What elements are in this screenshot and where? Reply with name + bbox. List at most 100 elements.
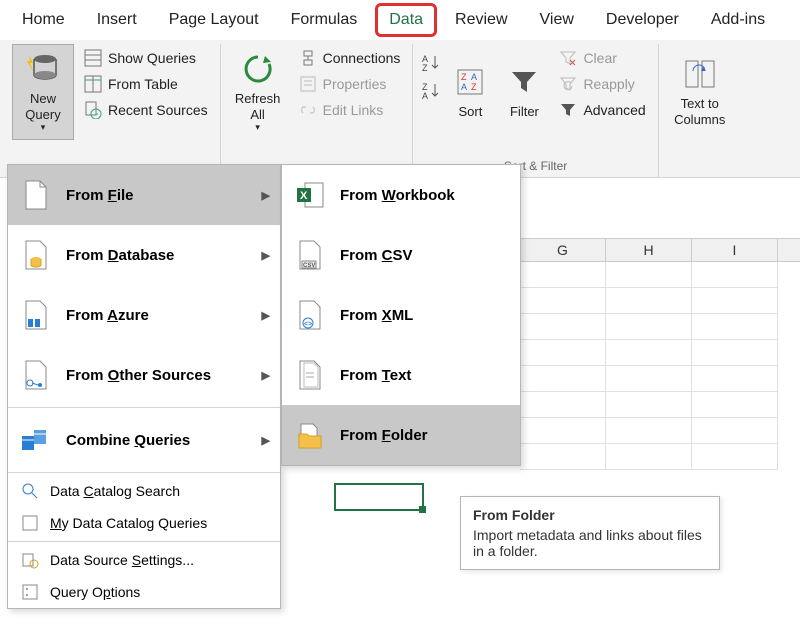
worksheet-grid[interactable]: G H I (520, 238, 800, 470)
active-cell-cursor[interactable] (334, 483, 424, 511)
menu-label: From Azure (66, 307, 149, 324)
tab-data[interactable]: Data (375, 3, 437, 37)
cell[interactable] (692, 314, 778, 340)
combine-queries-icon (20, 424, 52, 456)
tab-insert[interactable]: Insert (83, 3, 151, 37)
cell[interactable] (692, 366, 778, 392)
cell[interactable] (692, 392, 778, 418)
new-query-button[interactable]: New Query ▾ (12, 44, 74, 140)
azure-file-icon (20, 299, 52, 331)
edit-links-label: Edit Links (323, 102, 384, 118)
advanced-button[interactable]: Advanced (553, 98, 651, 122)
cell[interactable] (606, 366, 692, 392)
svg-text:Z: Z (461, 72, 467, 82)
cell[interactable] (520, 444, 606, 470)
menu-combine-queries[interactable]: Combine Queries ▶ (8, 410, 280, 470)
column-header-g[interactable]: G (520, 239, 606, 261)
svg-text:A: A (422, 91, 428, 101)
clear-button[interactable]: Clear (553, 46, 651, 70)
cell[interactable] (606, 418, 692, 444)
reapply-button[interactable]: Reapply (553, 72, 651, 96)
tab-developer[interactable]: Developer (592, 3, 693, 37)
chevron-right-icon: ▶ (262, 369, 270, 382)
menu-from-file[interactable]: From File ▶ (8, 165, 280, 225)
sort-asc-button[interactable]: AZ (419, 52, 441, 74)
tab-formulas[interactable]: Formulas (277, 3, 372, 37)
menu-label: Combine Queries (66, 432, 190, 449)
cell[interactable] (520, 314, 606, 340)
menu-label: Query Options (50, 584, 140, 600)
cell[interactable] (692, 444, 778, 470)
cell[interactable] (606, 392, 692, 418)
cell[interactable] (606, 262, 692, 288)
cell[interactable] (606, 444, 692, 470)
menu-label: My Data Catalog Queries (50, 515, 207, 531)
cell[interactable] (520, 392, 606, 418)
grid-rows (520, 262, 800, 470)
edit-links-button[interactable]: Edit Links (293, 98, 407, 122)
menu-from-database[interactable]: From Database ▶ (8, 225, 280, 285)
show-queries-button[interactable]: Show Queries (78, 46, 214, 70)
from-table-button[interactable]: From Table (78, 72, 214, 96)
cell[interactable] (520, 418, 606, 444)
cell[interactable] (692, 288, 778, 314)
submenu-from-xml[interactable]: <> From XML (282, 285, 520, 345)
ribbon: New Query ▾ Show Queries From Table Rece… (0, 40, 800, 178)
show-queries-label: Show Queries (108, 50, 196, 66)
cell[interactable] (520, 262, 606, 288)
catalog-icon (20, 513, 40, 533)
tab-page-layout[interactable]: Page Layout (155, 3, 273, 37)
cell[interactable] (520, 340, 606, 366)
cell[interactable] (520, 366, 606, 392)
cell[interactable] (692, 340, 778, 366)
reapply-label: Reapply (583, 76, 634, 92)
svg-text:A: A (471, 72, 477, 82)
advanced-label: Advanced (583, 102, 645, 118)
submenu-label: From XML (340, 307, 413, 324)
submenu-from-csv[interactable]: CSV From CSV (282, 225, 520, 285)
folder-icon (294, 419, 326, 451)
tab-home[interactable]: Home (8, 3, 79, 37)
dropdown-caret-icon: ▾ (255, 122, 260, 133)
column-header-i[interactable]: I (692, 239, 778, 261)
recent-sources-button[interactable]: Recent Sources (78, 98, 214, 122)
chevron-right-icon: ▶ (262, 309, 270, 322)
sort-button[interactable]: ZAAZ Sort (445, 44, 495, 140)
svg-text:Z: Z (471, 82, 477, 92)
text-to-columns-icon (682, 56, 718, 92)
menu-data-source-settings[interactable]: Data Source Settings... (8, 544, 280, 576)
group-connections: Refresh All ▾ Connections Properties Edi… (221, 44, 414, 177)
menu-query-options[interactable]: Query Options (8, 576, 280, 608)
cell[interactable] (606, 314, 692, 340)
menu-from-azure[interactable]: From Azure ▶ (8, 285, 280, 345)
cell[interactable] (606, 288, 692, 314)
clear-label: Clear (583, 50, 616, 66)
tooltip-title: From Folder (473, 507, 707, 523)
sort-desc-button[interactable]: ZA (419, 80, 441, 102)
menu-data-catalog-search[interactable]: Data Catalog Search (8, 475, 280, 507)
refresh-all-button[interactable]: Refresh All ▾ (227, 44, 289, 140)
filter-button[interactable]: Filter (499, 44, 549, 140)
text-to-columns-button[interactable]: Text to Columns (665, 44, 735, 140)
properties-button[interactable]: Properties (293, 72, 407, 96)
csv-file-icon: CSV (294, 239, 326, 271)
refresh-icon (240, 51, 276, 87)
column-header-h[interactable]: H (606, 239, 692, 261)
cell[interactable] (606, 340, 692, 366)
submenu-from-text[interactable]: From Text (282, 345, 520, 405)
chevron-right-icon: ▶ (262, 434, 270, 447)
cell[interactable] (692, 418, 778, 444)
submenu-from-workbook[interactable]: X From Workbook (282, 165, 520, 225)
tab-view[interactable]: View (526, 3, 588, 37)
cell[interactable] (692, 262, 778, 288)
submenu-from-folder[interactable]: From Folder (282, 405, 520, 465)
tab-review[interactable]: Review (441, 3, 521, 37)
menu-my-data-catalog[interactable]: My Data Catalog Queries (8, 507, 280, 539)
properties-label: Properties (323, 76, 387, 92)
menu-label: From Other Sources (66, 367, 211, 384)
cell[interactable] (520, 288, 606, 314)
xml-file-icon: <> (294, 299, 326, 331)
tab-addins[interactable]: Add-ins (697, 3, 779, 37)
connections-button[interactable]: Connections (293, 46, 407, 70)
menu-from-other-sources[interactable]: From Other Sources ▶ (8, 345, 280, 405)
